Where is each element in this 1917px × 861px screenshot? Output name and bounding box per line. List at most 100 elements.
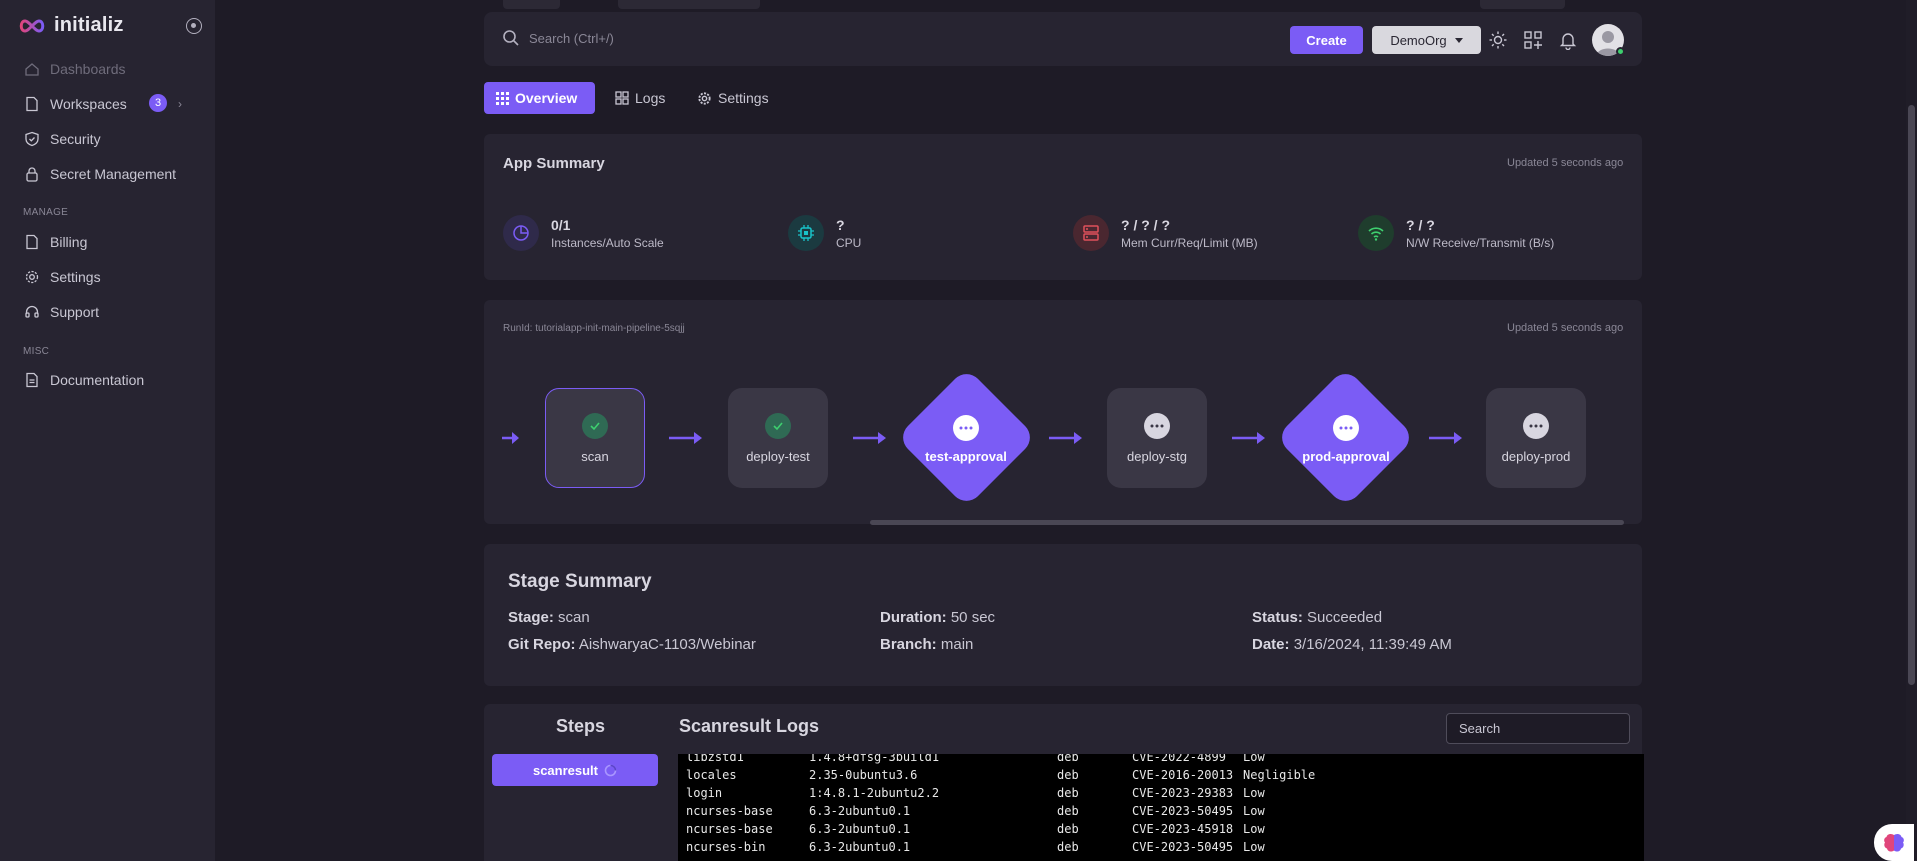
- log-cve: CVE-2023-50495: [1132, 840, 1234, 854]
- pipeline-stage-deploy-test[interactable]: deploy-test: [728, 388, 828, 488]
- metric-cpu: ? CPU: [788, 215, 861, 251]
- shield-icon: [25, 131, 39, 147]
- pipeline-stage-test-approval-content: test-approval: [896, 415, 1036, 464]
- search-input[interactable]: Search (Ctrl+/): [529, 31, 614, 46]
- log-cve: CVE-2022-4899: [1132, 754, 1226, 764]
- sidebar-item-workspaces[interactable]: Workspaces: [24, 92, 127, 116]
- metric-network: ? / ? N/W Receive/Transmit (B/s): [1358, 215, 1554, 251]
- field-key: Status:: [1252, 609, 1303, 626]
- check-icon: [765, 412, 791, 439]
- field-value: Succeeded: [1307, 609, 1383, 626]
- search-icon[interactable]: [502, 29, 520, 47]
- stage-label: scan: [581, 448, 609, 464]
- logs-search-input[interactable]: [1446, 713, 1630, 744]
- home-icon: [25, 63, 39, 76]
- file-icon: [26, 96, 38, 112]
- metric-label: CPU: [836, 235, 862, 250]
- sun-icon[interactable]: [1488, 30, 1508, 50]
- chevron-right-icon[interactable]: ›: [178, 97, 182, 111]
- more-dots-icon: [1333, 415, 1359, 441]
- apps-add-icon[interactable]: [1523, 30, 1543, 50]
- pipeline-stage-deploy-prod[interactable]: deploy-prod: [1486, 388, 1586, 488]
- metric-value: ?: [836, 216, 845, 233]
- branch-field: Branch: main: [880, 636, 973, 653]
- brand[interactable]: initializ: [18, 14, 124, 37]
- sidebar-toggle-icon[interactable]: [186, 18, 202, 34]
- tab-overview[interactable]: Overview: [484, 82, 595, 114]
- sidebar-item-settings[interactable]: Settings: [24, 265, 101, 289]
- sidebar-item-label: Workspaces: [50, 96, 127, 112]
- log-package: locales: [686, 768, 737, 782]
- brand-name: initializ: [54, 14, 124, 36]
- org-selector[interactable]: DemoOrg: [1372, 26, 1481, 54]
- top-bar: Search (Ctrl+/) Create DemoOrg: [484, 12, 1642, 66]
- wifi-icon: [1358, 215, 1394, 251]
- caret-down-icon: [1454, 37, 1463, 43]
- create-button[interactable]: Create: [1290, 26, 1363, 54]
- pipeline-stage-scan[interactable]: scan: [545, 388, 645, 488]
- more-dots-icon: [1144, 412, 1170, 439]
- log-severity: Low: [1243, 822, 1265, 836]
- log-cve: CVE-2016-20013: [1132, 768, 1234, 782]
- tab-settings[interactable]: Settings: [685, 82, 781, 114]
- sidebar: initializ Dashboards Workspaces 3 › Secu…: [0, 0, 215, 861]
- step-scanresult-button[interactable]: scanresult: [492, 754, 658, 786]
- log-type: deb: [1057, 822, 1079, 836]
- sidebar-item-security[interactable]: Security: [24, 127, 101, 151]
- cpu-icon: [788, 215, 824, 251]
- stage-summary-title: Stage Summary: [508, 571, 652, 592]
- header-backdrop: [618, 0, 760, 9]
- pipeline-stage-deploy-stg[interactable]: deploy-stg: [1107, 388, 1207, 488]
- field-value: AishwaryaC-1103/Webinar: [578, 636, 756, 653]
- more-dots-icon: [953, 415, 979, 441]
- sidebar-item-documentation[interactable]: Documentation: [24, 368, 144, 392]
- log-line: login 1:4.8.1-2ubuntu2.2 deb CVE-2023-29…: [678, 786, 1265, 804]
- section-label-manage: MANAGE: [23, 207, 69, 218]
- field-key: Git Repo:: [508, 636, 576, 653]
- page-scrollbar-thumb[interactable]: [1908, 105, 1915, 685]
- log-cve: CVE-2023-29383: [1132, 786, 1234, 800]
- logs-title: Scanresult Logs: [679, 716, 820, 736]
- grid-icon: [496, 91, 509, 105]
- arrow-right-icon: [853, 432, 886, 444]
- stage-label: deploy-test: [746, 448, 810, 464]
- bell-icon[interactable]: [1558, 30, 1578, 50]
- assistant-widget[interactable]: [1874, 824, 1914, 861]
- sidebar-item-label: Dashboards: [50, 61, 126, 77]
- page-scrollbar[interactable]: [1906, 0, 1917, 861]
- log-package: libzstd1: [686, 754, 744, 764]
- header-backdrop: [1480, 0, 1565, 9]
- log-version: 1.4.8+dfsg-3build1: [809, 754, 940, 764]
- log-output[interactable]: libzstd1 1.4.8+dfsg-3build1 deb CVE-2022…: [678, 754, 1644, 861]
- log-severity: Low: [1243, 754, 1265, 764]
- stage-label: deploy-prod: [1501, 448, 1571, 464]
- gear-icon: [698, 91, 711, 105]
- pipeline-updated: Updated 5 seconds ago: [1507, 322, 1624, 334]
- metric-instances: 0/1 Instances/Auto Scale: [503, 215, 664, 251]
- metric-value: ? / ?: [1406, 216, 1435, 233]
- log-severity: Low: [1243, 840, 1265, 854]
- log-severity: Low: [1243, 804, 1265, 818]
- status-field: Status: Succeeded: [1252, 609, 1382, 626]
- log-type: deb: [1057, 786, 1079, 800]
- step-label: scanresult: [532, 762, 599, 778]
- sidebar-item-dashboards[interactable]: Dashboards: [24, 57, 126, 81]
- log-type: deb: [1057, 754, 1079, 764]
- header-backdrop: [503, 0, 560, 9]
- tab-logs[interactable]: Logs: [603, 82, 677, 114]
- pipeline-scrollbar[interactable]: [870, 520, 1624, 525]
- arrow-right-icon: [669, 432, 702, 444]
- sidebar-item-support[interactable]: Support: [24, 300, 99, 324]
- arrow-right-icon: [502, 432, 519, 444]
- date-field: Date: 3/16/2024, 11:39:49 AM: [1252, 636, 1452, 653]
- log-line: ncurses-bin 6.3-2ubuntu0.1 deb CVE-2023-…: [678, 840, 1265, 858]
- steps-title: Steps: [556, 716, 606, 736]
- workspaces-count-badge: 3: [149, 94, 167, 112]
- git-repo-field: Git Repo: AishwaryaC-1103/Webinar: [508, 636, 756, 653]
- app-summary-card: [484, 134, 1642, 280]
- stage-label: test-approval: [925, 449, 1007, 464]
- sidebar-item-billing[interactable]: Billing: [24, 230, 87, 254]
- sidebar-item-secret-management[interactable]: Secret Management: [24, 162, 176, 186]
- section-label-misc: MISC: [23, 346, 50, 357]
- online-status-dot: [1616, 47, 1625, 56]
